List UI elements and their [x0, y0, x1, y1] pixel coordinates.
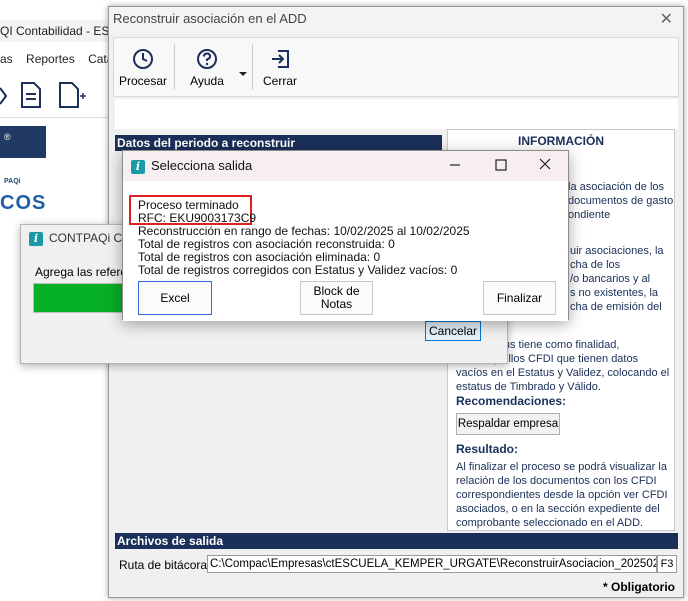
background-brand-band: ®: [0, 126, 46, 158]
exit-icon: [258, 48, 302, 70]
toolbar-separator: [252, 44, 253, 90]
toolbar: Procesar Ayuda Cerrar: [113, 37, 679, 97]
excel-button[interactable]: Excel: [138, 281, 212, 315]
toolbar-separator: [174, 44, 175, 90]
help-label: Ayuda: [190, 74, 224, 88]
background-brand-logo: PAQi: [4, 178, 21, 185]
result-title: Resultado:: [456, 442, 519, 456]
new-document-icon[interactable]: [58, 82, 88, 111]
backup-company-button[interactable]: Respaldar empresa: [456, 413, 560, 435]
close-button[interactable]: Cerrar: [258, 44, 302, 92]
contpaqi-icon: i: [131, 159, 145, 174]
dialog-title: i Selecciona salida: [131, 158, 252, 174]
window-title: Reconstruir asociación en el ADD: [109, 7, 683, 33]
required-note: * Obligatorio: [603, 580, 675, 594]
dialog-body: Proceso terminado RFC: EKU9003173C9 Reco…: [123, 181, 568, 321]
f3-browse-button[interactable]: F3: [657, 555, 677, 573]
info-title: INFORMACIÓN: [518, 134, 604, 148]
menu-item-reportes[interactable]: Reportes: [26, 52, 75, 66]
process-label: Procesar: [118, 74, 168, 88]
document-icon[interactable]: [20, 82, 42, 111]
corrected-count-line: Total de registros corregidos con Estatu…: [138, 263, 458, 277]
close-window-button[interactable]: ✕: [660, 9, 673, 29]
maximize-icon[interactable]: [495, 155, 507, 179]
close-label: Cerrar: [262, 74, 297, 88]
notepad-button[interactable]: Block de Notas: [300, 281, 373, 315]
dialog-titlebar: i Selecciona salida: [123, 151, 568, 181]
recommendations-title: Recomendaciones:: [456, 394, 567, 408]
help-icon: [180, 48, 234, 70]
background-menubar: as Reportes Catá: [0, 48, 115, 70]
log-path-label: Ruta de bitácora: *: [119, 558, 218, 572]
process-button[interactable]: Procesar: [118, 44, 168, 92]
progress-dialog-title: i CONTPAQi Co: [29, 231, 129, 246]
help-button[interactable]: Ayuda: [180, 44, 234, 92]
background-brand-text: COS: [0, 192, 47, 214]
header-strip: [115, 99, 678, 129]
arrow-icon[interactable]: [0, 84, 10, 111]
menu-item[interactable]: as: [0, 52, 13, 66]
finish-button[interactable]: Finalizar: [483, 281, 556, 315]
contpaqi-icon: i: [29, 231, 43, 246]
info-text-block-2: uir asociaciones, la cha de los /o banca…: [570, 245, 664, 313]
log-path-field[interactable]: C:\Compac\Empresas\ctESCUELA_KEMPER_URGA…: [207, 555, 657, 573]
cancel-button[interactable]: Cancelar: [425, 321, 481, 341]
period-section-header: Datos del periodo a reconstruir: [115, 135, 442, 151]
clock-icon: [118, 48, 168, 70]
minimize-icon[interactable]: [449, 155, 461, 179]
select-output-dialog: i Selecciona salida Proceso terminado RFC…: [122, 150, 569, 321]
chevron-down-icon[interactable]: [238, 66, 248, 80]
output-files-header: Archivos de salida: [115, 533, 678, 549]
close-icon[interactable]: [539, 155, 551, 179]
result-text: Al finalizar el proceso se podrá visuali…: [456, 461, 668, 529]
background-toolbar: [0, 74, 115, 118]
background-app-title: QI Contabilidad - ESC: [0, 20, 115, 42]
info-text-block-1: la asociación de los documentos de gasto…: [568, 181, 674, 221]
